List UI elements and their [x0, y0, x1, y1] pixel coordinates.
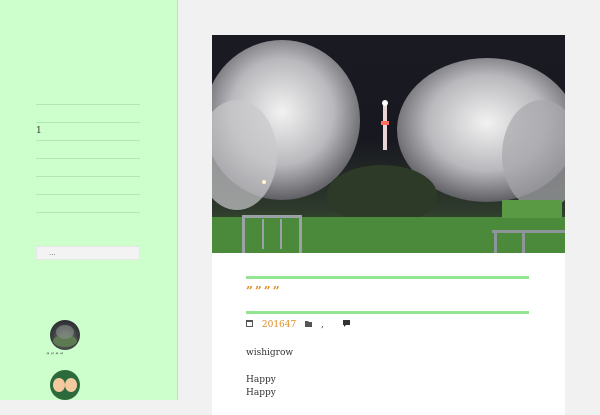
widget-list-item[interactable] [36, 194, 140, 213]
sidebar-search-input[interactable]: ... [36, 246, 140, 260]
post-card: ”””” 201647 , wishigrow Happy Happy [212, 35, 565, 415]
folder-icon [305, 320, 315, 330]
post-content: wishigrow Happy Happy [246, 347, 293, 400]
avatar-photo [53, 325, 77, 347]
title-rule-bottom [246, 311, 529, 314]
title-rule-top [246, 276, 529, 279]
comment-icon[interactable] [342, 320, 350, 330]
widget-list-item[interactable] [36, 176, 140, 194]
widget-list-item[interactable] [36, 158, 140, 176]
post-title[interactable]: ”””” [246, 284, 282, 298]
calendar-icon [246, 320, 256, 330]
post-meta: 201647 , [246, 320, 356, 330]
avatar-face [53, 378, 65, 392]
post-date-link[interactable]: 201647 [262, 320, 296, 330]
search-placeholder: ... [49, 249, 56, 257]
sidebar: 1 ... ”””” [0, 0, 178, 400]
avatar-face [65, 378, 77, 392]
avatar[interactable] [50, 370, 80, 400]
widget-list-item[interactable] [36, 140, 140, 158]
widget-list-item[interactable]: 1 [36, 122, 140, 140]
post-featured-image[interactable] [212, 35, 565, 253]
avatar-caption: ”””” [46, 352, 65, 360]
post-paragraph: Happy [246, 388, 276, 398]
widget-list-item[interactable] [36, 104, 140, 122]
category-links[interactable]: , [321, 320, 324, 330]
featured-image-scene [212, 40, 565, 253]
post-paragraph: wishigrow [246, 348, 294, 358]
post-paragraph: Happy [246, 375, 276, 385]
sidebar-widget-list: 1 [36, 104, 140, 213]
avatar[interactable] [50, 320, 80, 350]
